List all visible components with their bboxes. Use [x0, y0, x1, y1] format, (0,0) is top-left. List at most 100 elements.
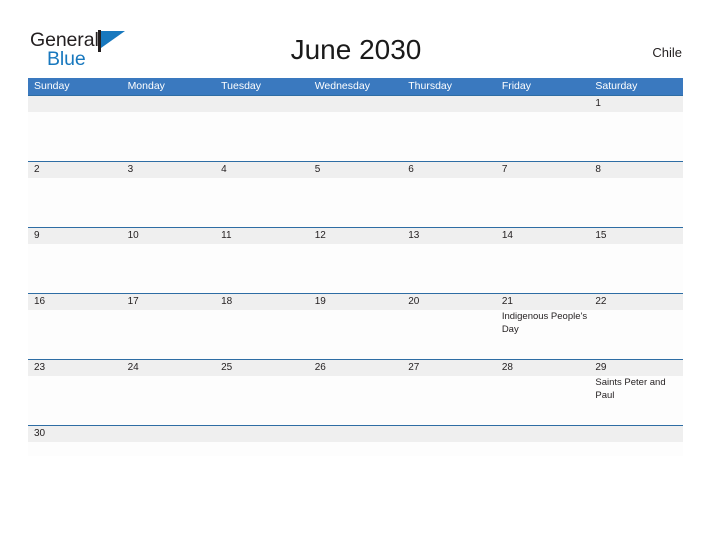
day-cell-holiday[interactable]: Indigenous People's Day — [496, 310, 590, 359]
day-number[interactable]: 15 — [589, 228, 683, 244]
day-cell-holiday[interactable]: Saints Peter and Paul — [589, 376, 683, 425]
day-number[interactable] — [28, 96, 122, 112]
day-number[interactable] — [309, 426, 403, 442]
day-number[interactable]: 23 — [28, 360, 122, 376]
day-cell[interactable] — [215, 178, 309, 227]
day-cell[interactable] — [589, 112, 683, 161]
day-cell[interactable] — [28, 244, 122, 293]
day-cell[interactable] — [496, 112, 590, 161]
day-cell[interactable] — [122, 178, 216, 227]
day-cell[interactable] — [122, 244, 216, 293]
day-cell[interactable] — [589, 310, 683, 359]
day-cell[interactable] — [309, 376, 403, 425]
day-number[interactable]: 4 — [215, 162, 309, 178]
day-cell[interactable] — [309, 442, 403, 456]
day-cell[interactable] — [402, 178, 496, 227]
day-cell[interactable] — [122, 442, 216, 456]
day-cell[interactable] — [215, 112, 309, 161]
day-number[interactable]: 1 — [589, 96, 683, 112]
day-cell[interactable] — [28, 442, 122, 456]
event-text: Saints Peter and Paul — [595, 377, 666, 401]
day-cell[interactable] — [496, 178, 590, 227]
weekday-header-saturday: Saturday — [595, 80, 638, 92]
day-number[interactable] — [589, 426, 683, 442]
day-cell[interactable] — [28, 310, 122, 359]
day-number[interactable]: 30 — [28, 426, 122, 442]
weekday-header-wednesday: Wednesday — [314, 80, 370, 92]
day-cell[interactable] — [215, 376, 309, 425]
day-number[interactable] — [122, 426, 216, 442]
day-cell[interactable] — [122, 376, 216, 425]
day-number[interactable]: 13 — [402, 228, 496, 244]
weekday-header-thursday: Thursday — [408, 80, 453, 92]
day-number[interactable]: 29 — [589, 360, 683, 376]
day-cell[interactable] — [28, 178, 122, 227]
day-cell[interactable] — [402, 376, 496, 425]
day-number[interactable] — [402, 426, 496, 442]
day-cell[interactable] — [28, 112, 122, 161]
day-number[interactable]: 22 — [589, 294, 683, 310]
event-text: Indigenous People's Day — [501, 311, 588, 335]
day-number[interactable]: 24 — [122, 360, 216, 376]
week-date-band: 16 17 18 19 20 21 22 — [28, 294, 683, 310]
day-number[interactable] — [122, 96, 216, 112]
day-number[interactable]: 18 — [215, 294, 309, 310]
day-number[interactable]: 26 — [309, 360, 403, 376]
day-number[interactable]: 17 — [122, 294, 216, 310]
day-cell[interactable] — [309, 178, 403, 227]
day-cell[interactable] — [589, 442, 683, 456]
calendar-week-row: 23 24 25 26 27 28 29 Saints Peter and Pa… — [28, 359, 683, 425]
day-number[interactable]: 2 — [28, 162, 122, 178]
day-cell[interactable] — [215, 244, 309, 293]
day-number[interactable]: 16 — [28, 294, 122, 310]
day-number[interactable] — [309, 96, 403, 112]
day-cell[interactable] — [496, 376, 590, 425]
day-cell[interactable] — [402, 442, 496, 456]
day-number[interactable]: 5 — [309, 162, 403, 178]
day-number[interactable]: 27 — [402, 360, 496, 376]
day-number[interactable] — [496, 96, 590, 112]
calendar-week-row: 1 — [28, 95, 683, 161]
day-cell[interactable] — [589, 244, 683, 293]
day-cell[interactable] — [122, 112, 216, 161]
day-cell[interactable] — [122, 310, 216, 359]
day-cell[interactable] — [402, 244, 496, 293]
day-cell[interactable] — [402, 112, 496, 161]
page-header: General Blue June 2030 Chile — [0, 0, 712, 76]
day-number[interactable]: 12 — [309, 228, 403, 244]
day-number[interactable]: 21 — [496, 294, 590, 310]
day-number[interactable]: 9 — [28, 228, 122, 244]
day-number[interactable] — [496, 426, 590, 442]
week-date-band: 2 3 4 5 6 7 8 — [28, 162, 683, 178]
day-number[interactable]: 6 — [402, 162, 496, 178]
calendar-page: General Blue June 2030 Chile Sunday Mond… — [0, 0, 712, 550]
day-cell[interactable] — [402, 310, 496, 359]
day-number[interactable]: 8 — [589, 162, 683, 178]
day-cell[interactable] — [28, 376, 122, 425]
day-cell[interactable] — [496, 442, 590, 456]
day-number[interactable]: 14 — [496, 228, 590, 244]
day-cell[interactable] — [589, 178, 683, 227]
page-title: June 2030 — [290, 34, 422, 65]
day-cell[interactable] — [309, 112, 403, 161]
day-number[interactable]: 28 — [496, 360, 590, 376]
day-number[interactable] — [215, 426, 309, 442]
day-cell[interactable] — [309, 244, 403, 293]
day-number[interactable]: 20 — [402, 294, 496, 310]
day-number[interactable]: 3 — [122, 162, 216, 178]
day-number[interactable]: 19 — [309, 294, 403, 310]
week-date-band: 9 10 11 12 13 14 15 — [28, 228, 683, 244]
country-label: Chile — [652, 45, 682, 60]
day-cell[interactable] — [215, 310, 309, 359]
day-number[interactable]: 11 — [215, 228, 309, 244]
day-number[interactable]: 7 — [496, 162, 590, 178]
day-number[interactable] — [402, 96, 496, 112]
day-number[interactable] — [215, 96, 309, 112]
day-cell[interactable] — [309, 310, 403, 359]
day-cell[interactable] — [215, 442, 309, 456]
week-date-band: 30 — [28, 426, 683, 442]
day-cell[interactable] — [496, 244, 590, 293]
week-event-band: Indigenous People's Day — [28, 310, 683, 359]
day-number[interactable]: 10 — [122, 228, 216, 244]
day-number[interactable]: 25 — [215, 360, 309, 376]
